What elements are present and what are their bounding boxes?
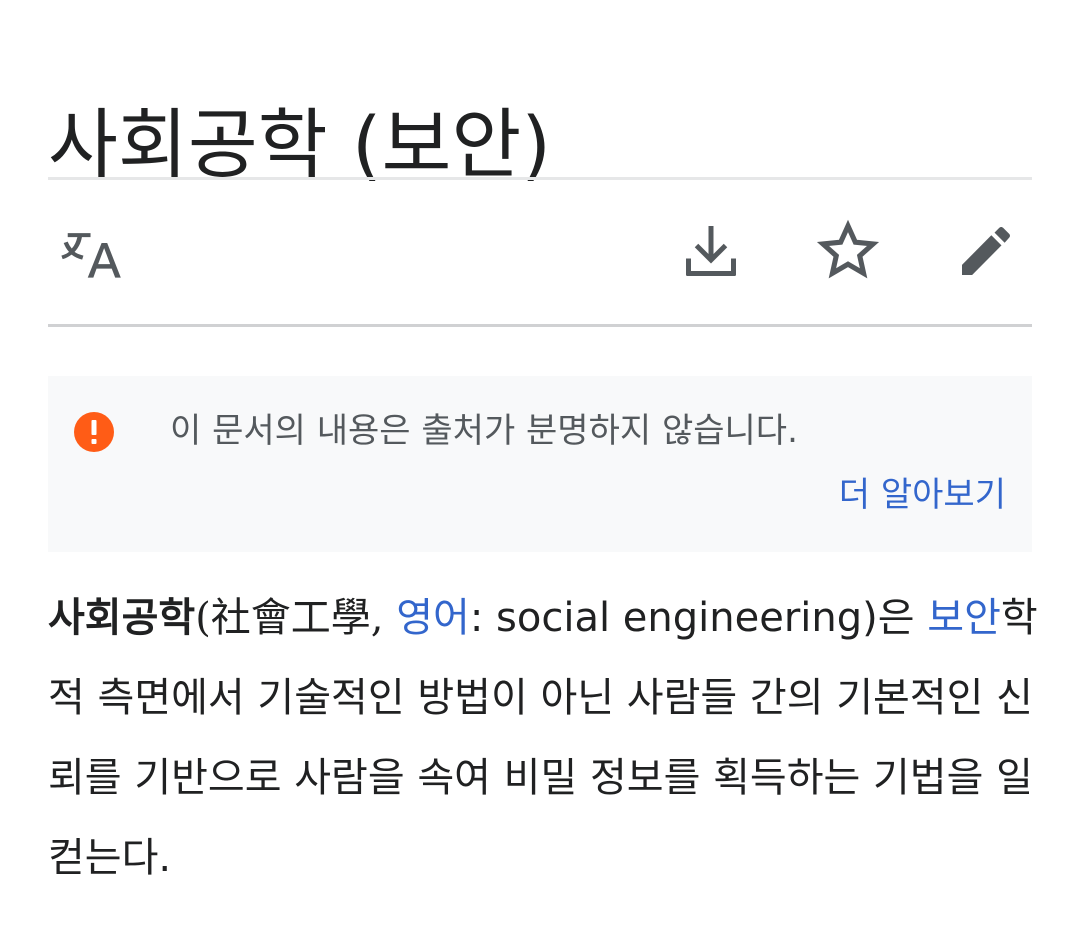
- pencil-icon: [954, 219, 1018, 283]
- translate-icon: [60, 219, 124, 283]
- download-button[interactable]: [673, 213, 749, 289]
- download-icon: [681, 221, 741, 281]
- notice-text: 이 문서의 내용은 출처가 분명하지 않습니다.: [170, 411, 798, 451]
- hanja-text: (社會工學,: [195, 595, 397, 641]
- ambox-notice: 이 문서의 내용은 출처가 분명하지 않습니다. 더 알아보기: [48, 376, 1032, 552]
- english-link[interactable]: 영어: [396, 595, 470, 641]
- lead-paragraph: 사회공학(社會工學, 영어: social engineering)은 보안학적…: [48, 578, 1038, 898]
- article-body: 사회공학(社會工學, 영어: social engineering)은 보안학적…: [48, 578, 1038, 898]
- edit-button[interactable]: [948, 213, 1024, 289]
- article-term: 사회공학: [48, 595, 196, 641]
- toolbar-divider: [48, 324, 1032, 327]
- exclamation-circle-icon: [74, 412, 114, 452]
- learn-more-link[interactable]: 더 알아보기: [839, 470, 1006, 520]
- title-divider: [48, 177, 1032, 180]
- watch-button[interactable]: [810, 213, 886, 289]
- english-term: : social engineering)은: [469, 595, 928, 641]
- security-link[interactable]: 보안: [927, 595, 1001, 641]
- star-icon: [816, 219, 880, 283]
- language-button[interactable]: [54, 213, 130, 289]
